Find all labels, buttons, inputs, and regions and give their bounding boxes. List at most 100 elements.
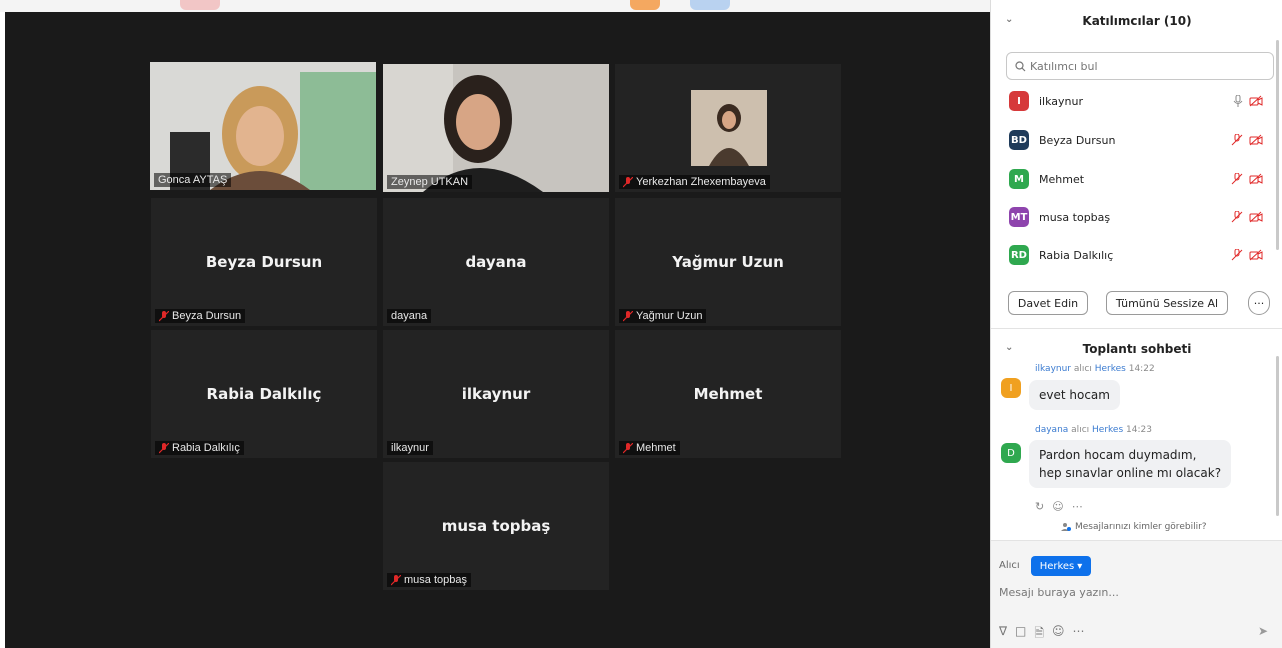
participant-video <box>383 64 609 192</box>
more-icon[interactable]: ⋯ <box>1072 500 1083 513</box>
participant-display-name: musa topbaş <box>441 517 551 535</box>
participant-display-name: Beyza Dursun <box>205 253 323 271</box>
chat-message-bubble: Pardon hocam duymadım, hep sınavlar onli… <box>1029 440 1232 488</box>
mic-muted-icon <box>391 574 401 585</box>
chat-to-word: alıcı <box>1073 364 1092 374</box>
people-icon <box>1061 523 1071 531</box>
participant-name: Yerkezhan Zhexembayeva <box>636 176 766 188</box>
panel-divider <box>991 328 1282 329</box>
chevron-down-icon[interactable]: ⌄ <box>1005 342 1013 353</box>
participant-name: ilkaynur <box>391 442 429 454</box>
participant-item[interactable]: MT musa topbaş <box>1009 205 1271 229</box>
video-tile-musa[interactable]: musa topbaş musa topbaş <box>383 462 609 590</box>
video-tile-mehmet[interactable]: Mehmet Mehmet <box>615 330 841 458</box>
recipient-dropdown[interactable]: Herkes ▾ <box>1031 556 1091 576</box>
participant-name: Yağmur Uzun <box>636 310 703 322</box>
chat-header: ⌄ Toplantı sohbeti <box>991 334 1282 364</box>
video-tile-zeynep[interactable]: Zeynep UTKAN <box>383 64 609 192</box>
participant-video <box>150 62 376 190</box>
format-icon[interactable]: ∇ <box>999 624 1007 645</box>
chat-scrollbar[interactable] <box>1276 356 1279 516</box>
video-tile-rabia[interactable]: Rabia Dalkılıç Rabia Dalkılıç <box>151 330 377 458</box>
video-tile-yerkezhan[interactable]: Yerkezhan Zhexembayeva <box>615 64 841 192</box>
avatar: I <box>1009 91 1029 111</box>
participant-search-input[interactable] <box>1030 59 1250 73</box>
chat-message-line: Pardon hocam duymadım, <box>1039 448 1197 462</box>
participant-name: dayana <box>391 310 428 322</box>
avatar: D <box>1001 443 1021 463</box>
video-tile-dayana[interactable]: dayana dayana <box>383 198 609 326</box>
participant-name-tag: Rabia Dalkılıç <box>155 441 244 455</box>
participant-item[interactable]: RD Rabia Dalkılıç <box>1009 243 1271 267</box>
video-off-icon[interactable] <box>1249 173 1263 185</box>
side-panel: ⌄ Katılımcılar (10) I ilkaynur BD Beyza … <box>990 0 1282 648</box>
visibility-note: Mesajlarınızı kimler görebilir? <box>1075 522 1207 532</box>
mic-muted-icon[interactable] <box>1231 211 1243 223</box>
mic-icon[interactable] <box>1233 95 1243 107</box>
more-icon[interactable]: ⋯ <box>1073 624 1085 645</box>
video-off-icon[interactable] <box>1249 211 1263 223</box>
video-off-icon[interactable] <box>1249 95 1263 107</box>
participant-name-tag: Beyza Dursun <box>155 309 246 323</box>
avatar: RD <box>1009 245 1029 265</box>
chat-message-meta: ilkaynur alıcı Herkes 14:22 <box>1035 364 1155 374</box>
chat-time: 14:22 <box>1128 364 1155 374</box>
chat-message-input[interactable] <box>999 582 1269 602</box>
video-tile-beyza[interactable]: Beyza Dursun Beyza Dursun <box>151 198 377 326</box>
chat-time: 14:23 <box>1126 425 1152 435</box>
video-tile-gonca[interactable]: Gonca AYTAŞ <box>150 62 376 190</box>
participant-search[interactable] <box>1006 52 1274 80</box>
screenshot-icon[interactable]: □ <box>1015 624 1026 645</box>
message-actions: ↻ ☺ ⋯ <box>1035 500 1083 513</box>
participants-header: ⌄ Katılımcılar (10) <box>991 6 1282 36</box>
emoji-reaction-icon[interactable]: ☺ <box>1052 500 1063 513</box>
send-icon[interactable]: ➤ <box>1258 624 1268 638</box>
participant-item-name: ilkaynur <box>1039 94 1084 108</box>
video-tile-ilkaynur[interactable]: ilkaynur ilkaynur <box>383 330 609 458</box>
participants-scrollbar[interactable] <box>1276 40 1279 250</box>
mic-muted-icon <box>159 310 169 321</box>
participant-item[interactable]: M Mehmet <box>1009 167 1271 191</box>
video-off-icon[interactable] <box>1249 134 1263 146</box>
mute-all-button[interactable]: Tümünü Sessize Al <box>1106 291 1228 315</box>
chat-sender[interactable]: ilkaynur <box>1035 364 1071 374</box>
emoji-icon[interactable]: ☺ <box>1052 624 1065 645</box>
top-edge-decoration <box>690 0 730 10</box>
participant-name: musa topbaş <box>404 574 467 586</box>
file-icon[interactable]: 🗎 <box>1034 624 1044 645</box>
top-edge-decoration <box>630 0 660 10</box>
top-edge-decoration <box>180 0 220 10</box>
reply-icon[interactable]: ↻ <box>1035 500 1044 513</box>
participant-name-tag: Zeynep UTKAN <box>387 175 473 189</box>
participant-name: Zeynep UTKAN <box>391 176 469 188</box>
participant-item-name: Rabia Dalkılıç <box>1039 248 1114 262</box>
screen-top-edge <box>0 0 990 12</box>
message-visibility-link[interactable]: Mesajlarınızı kimler görebilir? <box>1061 522 1207 532</box>
participant-name-tag: Yağmur Uzun <box>619 309 707 323</box>
video-gallery: Gonca AYTAŞ Zeynep UTKAN Yerkezhan Zhexe… <box>5 12 990 648</box>
participant-name-tag: dayana <box>387 309 432 323</box>
chat-sender[interactable]: dayana <box>1035 425 1068 435</box>
participant-display-name: Rabia Dalkılıç <box>206 385 322 403</box>
avatar: I <box>1001 378 1021 398</box>
chat-title: Toplantı sohbeti <box>1082 342 1192 356</box>
participant-item-name: musa topbaş <box>1039 210 1111 224</box>
recipient-label: Alıcı <box>999 560 1020 571</box>
chat-message-bubble: evet hocam <box>1029 380 1120 410</box>
mic-muted-icon[interactable] <box>1231 173 1243 185</box>
chevron-down-icon: ▾ <box>1077 560 1083 572</box>
profile-photo <box>691 90 767 166</box>
participant-item[interactable]: BD Beyza Dursun <box>1009 128 1271 152</box>
video-off-icon[interactable] <box>1249 249 1263 261</box>
participant-item[interactable]: I ilkaynur <box>1009 89 1271 113</box>
recipient-value: Herkes <box>1039 560 1075 572</box>
participant-name: Gonca AYTAŞ <box>158 174 228 186</box>
chevron-down-icon[interactable]: ⌄ <box>1005 14 1013 25</box>
chat-toolbar: ∇ □ 🗎 ☺ ⋯ <box>999 624 1085 645</box>
mic-muted-icon[interactable] <box>1231 249 1243 261</box>
mic-muted-icon[interactable] <box>1231 134 1243 146</box>
video-tile-yagmur[interactable]: Yağmur Uzun Yağmur Uzun <box>615 198 841 326</box>
more-options-button[interactable]: ··· <box>1248 291 1270 315</box>
participant-display-name: Yağmur Uzun <box>672 253 784 271</box>
invite-button[interactable]: Davet Edin <box>1008 291 1088 315</box>
